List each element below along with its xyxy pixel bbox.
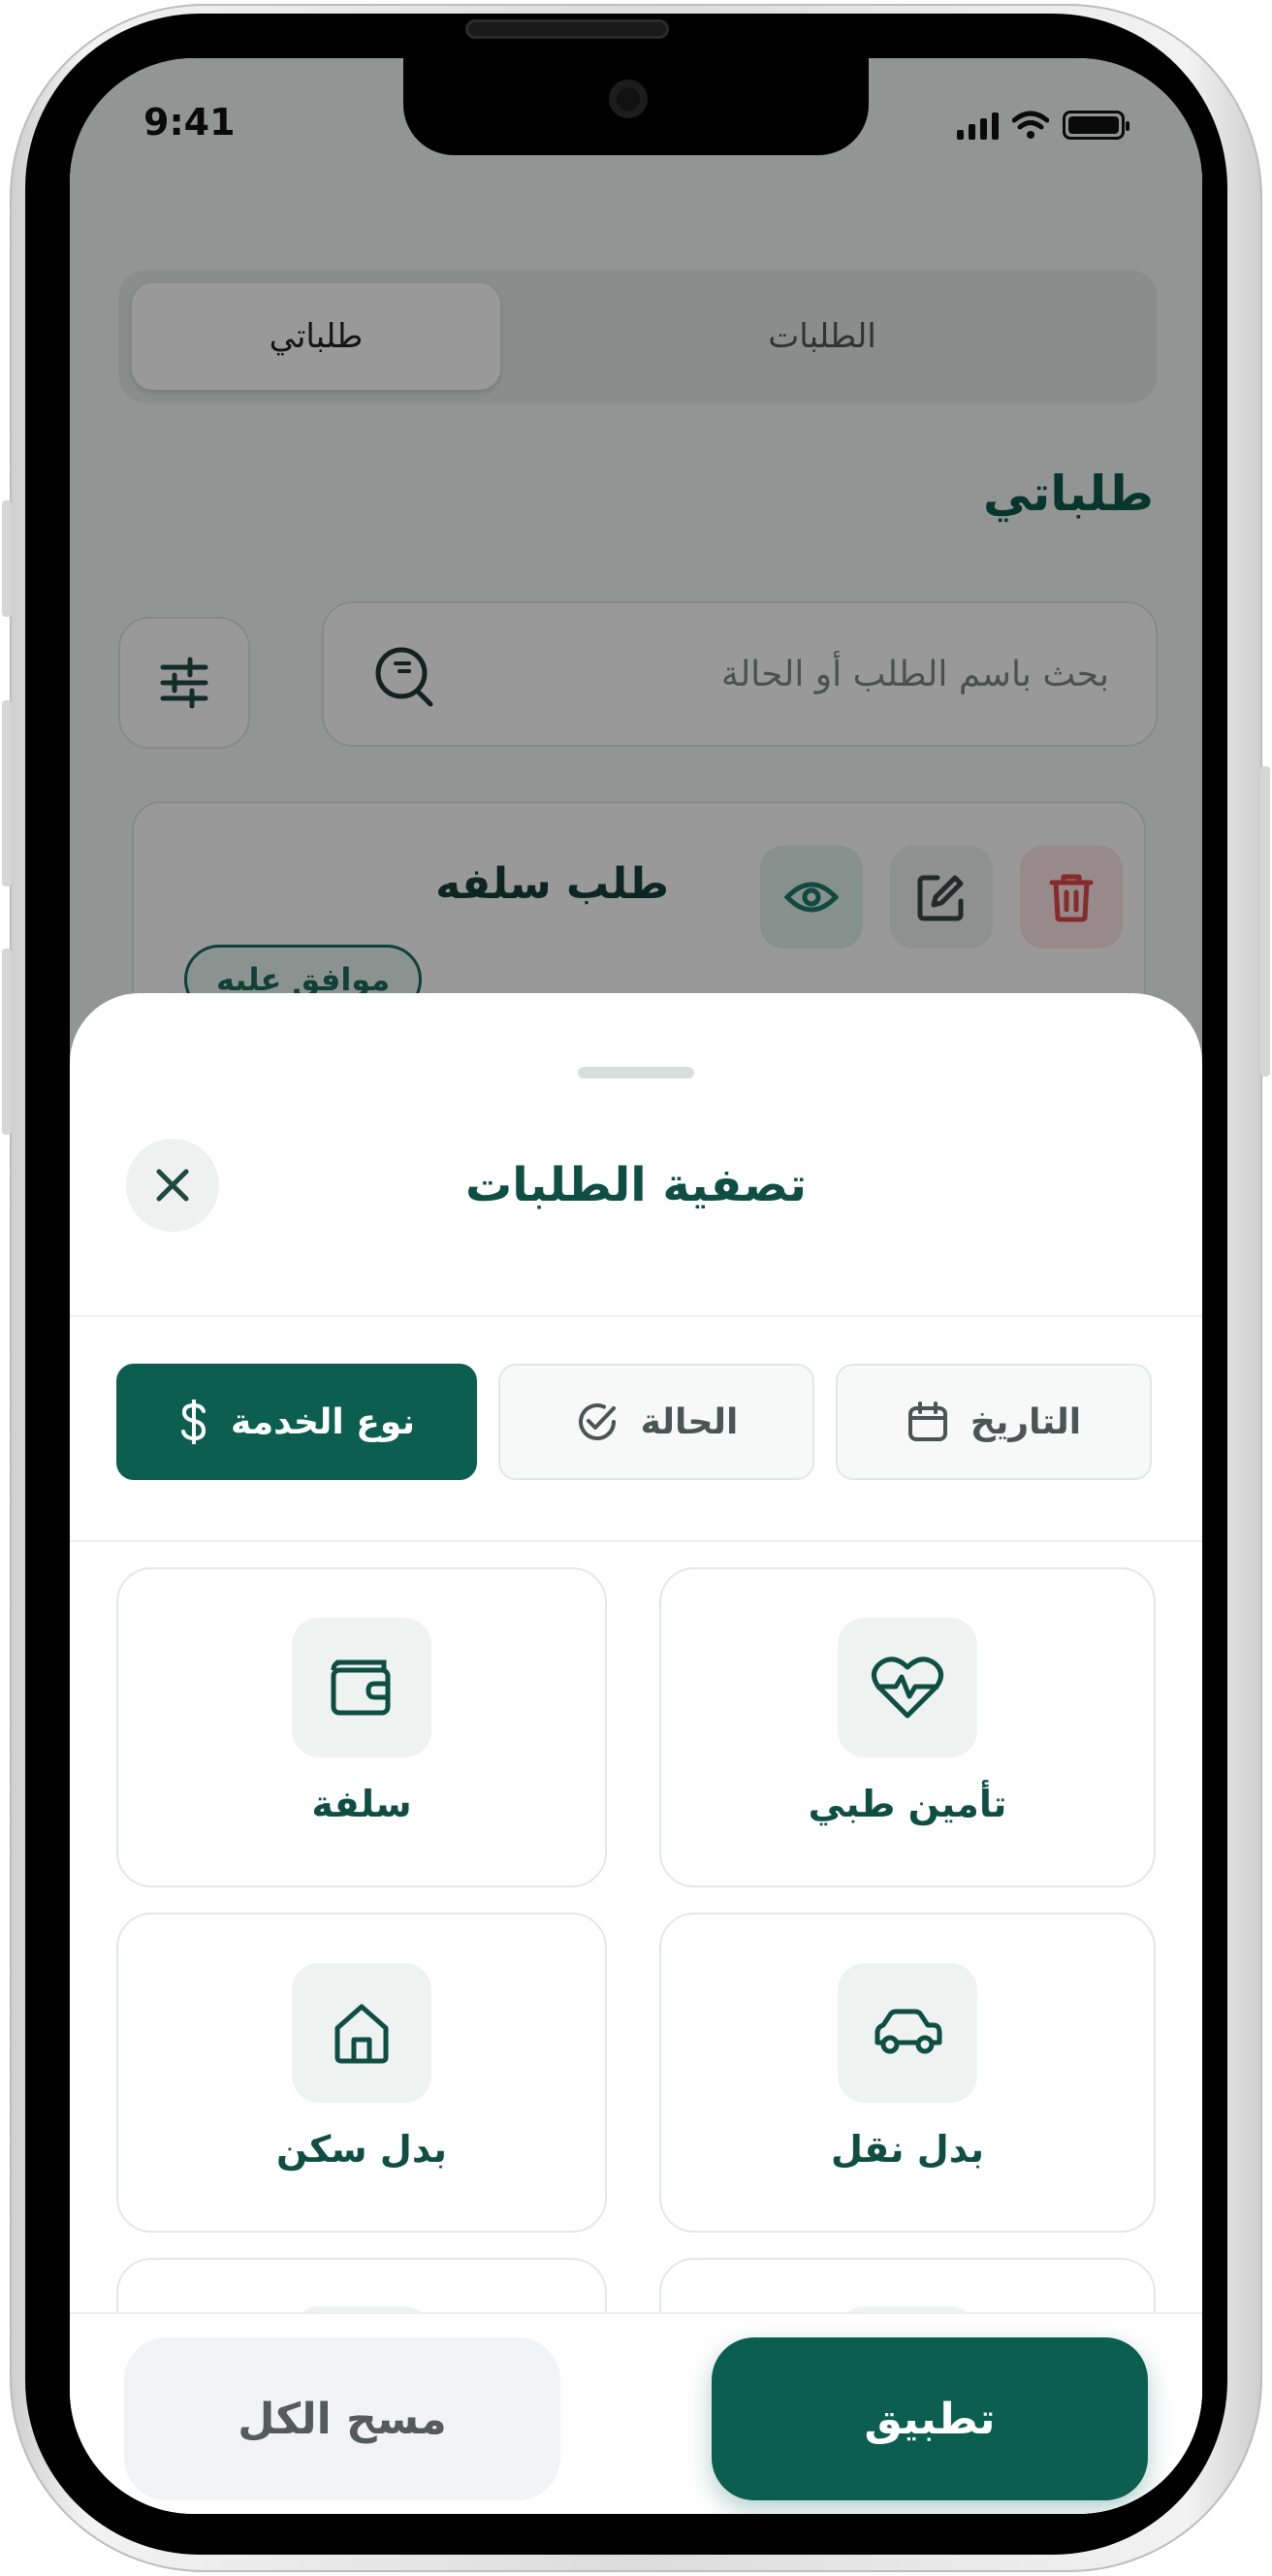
speaker-grille [465, 19, 669, 39]
side-button-mute [2, 500, 12, 617]
service-label: سلفة [311, 1783, 412, 1825]
service-advance[interactable]: سلفة [116, 1567, 607, 1887]
sheet-footer: مسح الكل تطبيق [70, 2312, 1202, 2514]
tab-status-label: الحالة [640, 1401, 739, 1442]
close-button[interactable] [126, 1139, 219, 1232]
service-grid: تأمين طبي سلفة بدل نقل بدل سكن [116, 1567, 1156, 2374]
divider [70, 1315, 1202, 1317]
screen: 9:41 طلباتي الطلبات طلباتي بحث باسم الطل… [70, 58, 1202, 2514]
wallet-icon [292, 1618, 431, 1757]
check-circle-icon [575, 1400, 620, 1444]
apply-button[interactable]: تطبيق [712, 2337, 1148, 2500]
side-button-volume-up [2, 700, 12, 886]
side-button-volume-down [2, 949, 12, 1135]
sheet-grabber[interactable] [578, 1067, 694, 1079]
tab-date[interactable]: التاريخ [836, 1364, 1152, 1480]
filter-bottom-sheet: تصفية الطلبات التاريخ الحالة نوع الخدمة … [70, 993, 1202, 2514]
clear-all-button[interactable]: مسح الكل [124, 2337, 560, 2500]
service-medical-insurance[interactable]: تأمين طبي [659, 1567, 1156, 1887]
heart-pulse-icon [838, 1618, 977, 1757]
dollar-icon [178, 1400, 209, 1444]
calendar-icon [906, 1401, 949, 1443]
car-icon [838, 1963, 977, 2103]
notch [403, 58, 869, 155]
service-housing-allowance[interactable]: بدل سكن [116, 1913, 607, 2233]
side-button-power [1260, 766, 1270, 1077]
sheet-title: تصفية الطلبات [465, 1158, 807, 1212]
divider [70, 1540, 1202, 1542]
tab-status[interactable]: الحالة [498, 1364, 814, 1480]
tab-date-label: التاريخ [970, 1401, 1082, 1442]
service-label: بدل سكن [275, 2128, 448, 2171]
tab-service-type[interactable]: نوع الخدمة [116, 1364, 477, 1480]
service-label: بدل نقل [831, 2128, 984, 2171]
service-label: تأمين طبي [808, 1783, 1007, 1825]
filter-tabs: التاريخ الحالة نوع الخدمة [116, 1364, 1156, 1480]
front-camera [609, 80, 648, 118]
tab-service-type-label: نوع الخدمة [231, 1401, 415, 1442]
service-transport-allowance[interactable]: بدل نقل [659, 1913, 1156, 2233]
home-icon [292, 1963, 431, 2103]
close-icon [156, 1169, 189, 1202]
